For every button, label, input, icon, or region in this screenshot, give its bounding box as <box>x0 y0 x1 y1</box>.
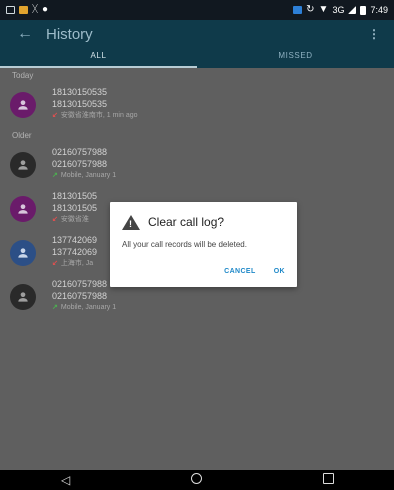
dialog-actions: CANCEL OK <box>224 268 285 275</box>
sync-icon: ↻ <box>306 4 315 15</box>
cancel-button[interactable]: CANCEL <box>224 268 256 275</box>
status-bar-right: ↻ ▼ 3G 7:49 <box>293 5 394 15</box>
dialog-title: Clear call log? <box>148 215 225 229</box>
status-bar: ᚷ ● ↻ ▼ 3G 7:49 <box>0 0 394 20</box>
nav-recents-button[interactable] <box>308 473 348 487</box>
network-type: 3G <box>332 5 345 15</box>
nav-home-button[interactable] <box>177 473 217 487</box>
nav-home-icon <box>191 473 203 484</box>
warning-icon: ! <box>122 214 140 230</box>
clear-call-log-dialog: ! Clear call log? All your call records … <box>110 202 297 287</box>
notification-icon <box>6 6 15 14</box>
navigation-bar: ◁ <box>0 470 394 490</box>
status-bar-left: ᚷ ● <box>0 4 49 15</box>
nav-recents-icon <box>322 473 334 484</box>
ok-button[interactable]: OK <box>274 268 285 275</box>
dialog-message: All your call records will be deleted. <box>122 240 247 249</box>
signal-icon <box>348 6 357 14</box>
status-time: 7:49 <box>370 5 388 15</box>
nav-back-icon[interactable]: ◁ <box>46 473 86 487</box>
dialog-header: ! Clear call log? <box>122 212 297 232</box>
sim-icon <box>293 6 303 14</box>
location-icon: ● <box>42 4 49 15</box>
image-icon <box>19 6 28 14</box>
battery-icon <box>360 5 367 15</box>
wifi-icon: ▼ <box>318 4 329 15</box>
bluetooth-icon: ᚷ <box>32 4 38 15</box>
